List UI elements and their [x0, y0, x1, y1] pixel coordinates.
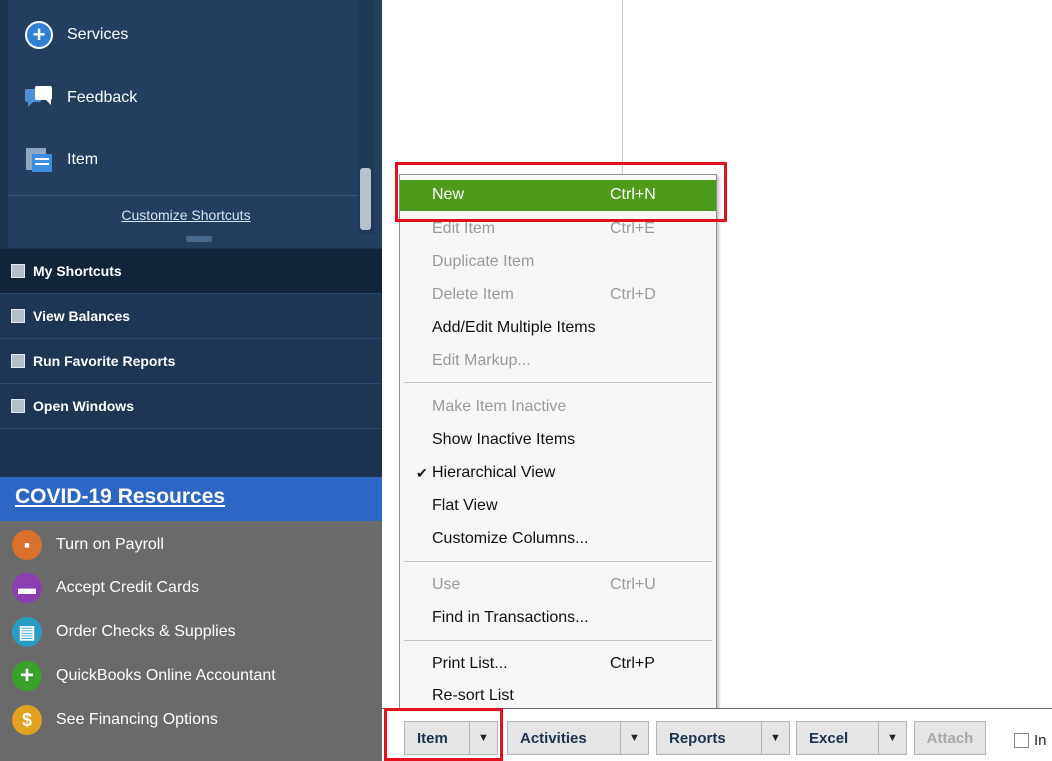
shortcut-label: Services [67, 26, 129, 43]
nav-run-favorite-reports[interactable]: Run Favorite Reports [0, 339, 382, 384]
promo-qb-online-accountant[interactable]: + QuickBooks Online Accountant [12, 658, 276, 694]
promo-turn-on-payroll[interactable]: ▪ Turn on Payroll [12, 527, 164, 563]
arrow-box-icon [11, 264, 25, 278]
item-list-icon [23, 144, 55, 176]
dropdown-arrow-icon[interactable]: ▼ [620, 722, 648, 754]
shortcut-services[interactable]: + Services [23, 15, 128, 55]
promo-label: See Financing Options [56, 711, 218, 728]
item-dropdown-menu: New Ctrl+N Edit Item Ctrl+E Duplicate It… [399, 174, 717, 710]
menu-separator [404, 561, 712, 562]
promo-label: Accept Credit Cards [56, 579, 200, 596]
menu-item-edit-markup[interactable]: Edit Markup... [400, 345, 716, 378]
promo-order-checks[interactable]: ▤ Order Checks & Supplies [12, 614, 236, 650]
menu-item-label: Find in Transactions... [432, 609, 589, 626]
menu-item-label: Show Inactive Items [432, 431, 576, 448]
menu-item-customize-columns[interactable]: Customize Columns... [400, 523, 716, 556]
button-label: Reports [669, 729, 726, 747]
printer-icon: ▤ [12, 617, 42, 647]
menu-item-label: Add/Edit Multiple Items [432, 319, 596, 336]
menu-item-label: Customize Columns... [432, 530, 589, 547]
menu-item-shortcut: Ctrl+U [610, 576, 656, 593]
menu-separator [404, 382, 712, 383]
menu-item-label: Edit Markup... [432, 352, 531, 369]
checkmark-icon: ✔ [416, 465, 428, 481]
nav-label: Run Favorite Reports [33, 353, 176, 369]
menu-item-label: Print List... [432, 655, 508, 672]
covid-resources-link[interactable]: COVID-19 Resources [15, 485, 225, 509]
promo-label: Turn on Payroll [56, 536, 164, 553]
menu-item-label: Re-sort List [432, 687, 514, 704]
shortcut-label: Item [67, 151, 99, 168]
menu-item-label: Edit Item [432, 220, 496, 237]
attach-button[interactable]: Attach [914, 721, 986, 755]
menu-item-hierarchical-view[interactable]: ✔ Hierarchical View [400, 457, 716, 490]
menu-item-shortcut: Ctrl+P [610, 655, 655, 672]
promo-label: QuickBooks Online Accountant [56, 667, 276, 684]
dollar-icon: $ [12, 705, 42, 735]
menu-item-flat-view[interactable]: Flat View [400, 490, 716, 523]
menu-item-label: Hierarchical View [432, 464, 556, 481]
button-label: Activities [520, 729, 587, 747]
scroll-thumb[interactable] [360, 168, 371, 230]
activities-menu-button[interactable]: Activities ▼ [507, 721, 649, 755]
customize-shortcuts-link[interactable]: Customize Shortcuts [8, 195, 364, 233]
nav-my-shortcuts[interactable]: My Shortcuts [0, 249, 382, 294]
menu-item-print-list[interactable]: Print List... Ctrl+P [400, 648, 716, 681]
menu-item-label: Flat View [432, 497, 498, 514]
include-inactive-label: In [1034, 732, 1047, 749]
nav-label: My Shortcuts [33, 263, 122, 279]
promo-label: Order Checks & Supplies [56, 623, 236, 640]
menu-item-find-in-transactions[interactable]: Find in Transactions... [400, 602, 716, 635]
nav-label: View Balances [33, 308, 131, 324]
include-inactive-checkbox[interactable] [1014, 733, 1029, 748]
nav-open-windows[interactable]: Open Windows [0, 384, 382, 429]
button-label: Attach [926, 729, 974, 747]
resize-grip[interactable] [186, 236, 212, 242]
plus-circle-icon: + [23, 19, 55, 51]
menu-item-shortcut: Ctrl+D [610, 286, 656, 303]
balance-icon [11, 309, 25, 323]
menu-item-make-inactive[interactable]: Make Item Inactive [400, 391, 716, 424]
promo-financing-options[interactable]: $ See Financing Options [12, 702, 218, 738]
item-button-annotation-box [384, 708, 503, 761]
menu-item-label: Make Item Inactive [432, 398, 567, 415]
shortcut-label: Feedback [67, 89, 138, 106]
button-label: Excel [809, 729, 849, 747]
menu-item-show-inactive[interactable]: Show Inactive Items [400, 424, 716, 457]
dropdown-arrow-icon[interactable]: ▼ [761, 722, 789, 754]
shortcuts-panel: + Services Feedback Item Customize Short… [8, 0, 382, 248]
credit-card-icon: ▬ [12, 573, 42, 603]
dropdown-arrow-icon[interactable]: ▼ [878, 722, 906, 754]
menu-item-duplicate-item[interactable]: Duplicate Item [400, 246, 716, 279]
menu-separator [404, 640, 712, 641]
left-sidebar: + Services Feedback Item Customize Short… [0, 0, 382, 761]
menu-item-delete-item[interactable]: Delete Item Ctrl+D [400, 279, 716, 312]
menu-item-use[interactable]: Use Ctrl+U [400, 569, 716, 602]
plus-circle-icon: + [12, 661, 42, 691]
nav-view-balances[interactable]: View Balances [0, 294, 382, 339]
promo-panel: ▪ Turn on Payroll ▬ Accept Credit Cards … [0, 521, 382, 761]
menu-item-label: Delete Item [432, 286, 514, 303]
new-annotation-box [395, 162, 727, 222]
excel-menu-button[interactable]: Excel ▼ [796, 721, 907, 755]
shortcut-feedback[interactable]: Feedback [23, 78, 137, 118]
shortcut-item[interactable]: Item [23, 140, 98, 180]
bar-chart-icon [11, 354, 25, 368]
menu-item-label: Use [432, 576, 461, 593]
menu-item-label: Duplicate Item [432, 253, 535, 270]
window-icon [11, 399, 25, 413]
chat-bubbles-icon [23, 82, 55, 114]
menu-item-add-edit-multiple[interactable]: Add/Edit Multiple Items [400, 312, 716, 345]
reports-menu-button[interactable]: Reports ▼ [656, 721, 790, 755]
menu-item-shortcut: Ctrl+E [610, 220, 655, 237]
payroll-icon: ▪ [12, 530, 42, 560]
promo-accept-credit-cards[interactable]: ▬ Accept Credit Cards [12, 570, 199, 606]
nav-label: Open Windows [33, 398, 134, 414]
